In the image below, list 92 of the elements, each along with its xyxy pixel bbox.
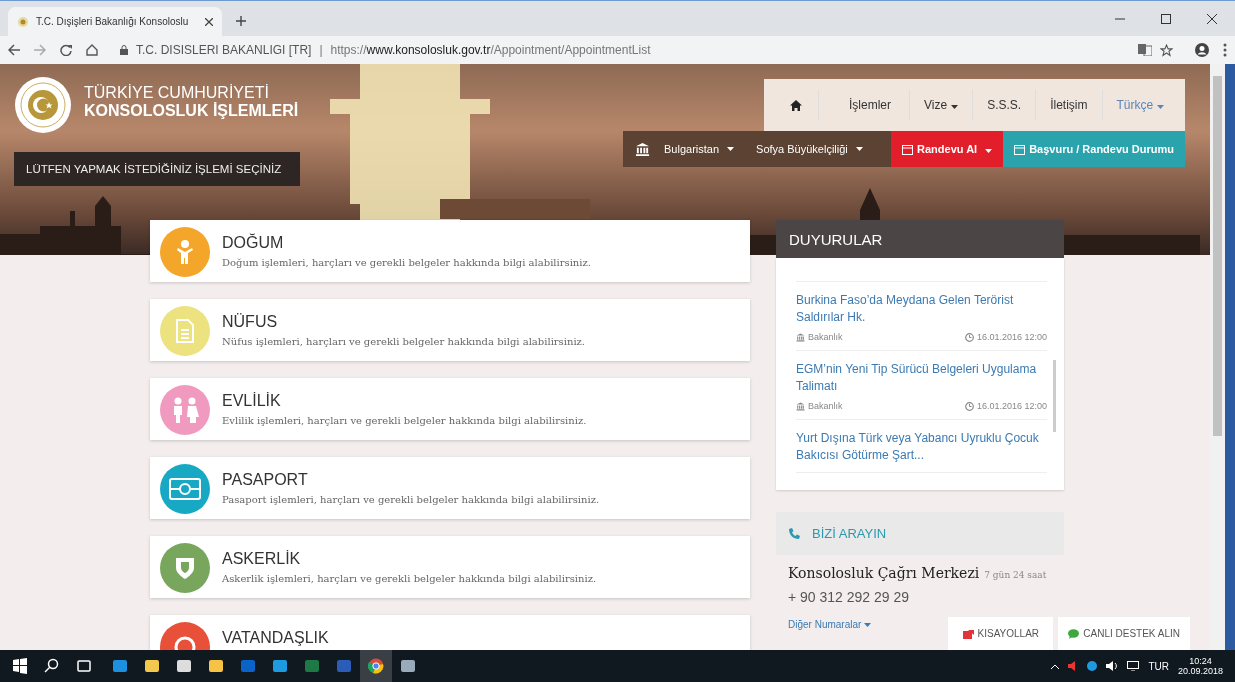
- lock-icon: [120, 45, 128, 55]
- call-center-name: Konsolosluk Çağrı Merkezi: [788, 565, 980, 581]
- nav-link[interactable]: Vize: [909, 90, 973, 120]
- shield-icon: [175, 556, 195, 580]
- instruction-banner: LÜTFEN YAPMAK İSTEDİĞİNİZ İŞLEMİ SEÇİNİZ: [14, 152, 300, 186]
- account-icon[interactable]: [1195, 43, 1209, 57]
- calendar-icon: [902, 143, 914, 155]
- call-center-hours: 7 gün 24 saat: [984, 570, 1047, 580]
- caret-icon: [1157, 105, 1165, 109]
- caret-icon: [864, 622, 872, 627]
- service-title: ASKERLİK: [222, 550, 302, 568]
- chevron-up-icon[interactable]: [1051, 663, 1060, 669]
- phone-icon: [788, 527, 800, 540]
- service-description: Doğum işlemleri, harçları ve gerekli belgeler hakkında bilgi alabilirsiniz.: [222, 257, 591, 268]
- bank-icon: [796, 401, 805, 411]
- service-title: NÜFUS: [222, 313, 279, 331]
- calendar-icon: [1014, 143, 1026, 155]
- clock-icon: [964, 401, 974, 411]
- volume-icon[interactable]: [1106, 661, 1119, 671]
- site-label: T.C. DISISLERI BAKANLIGI [TR]: [136, 43, 312, 57]
- language-indicator[interactable]: TUR: [1148, 660, 1169, 672]
- bank-icon: [796, 332, 805, 342]
- announcement-source: Bakanlık: [808, 332, 843, 342]
- tab-title: T.C. Dışişleri Bakanlığı Konsoloslu: [36, 16, 190, 27]
- url-text: https://www.konsolosluk.gov.tr/Appointment/AppointmentList: [330, 43, 651, 57]
- call-us-title: BİZİ ARAYIN: [812, 526, 887, 541]
- announcement-link[interactable]: Yurt Dışına Türk veya Yabancı Uyruklu Çocuk Bakıcısı Götürme Şart...: [796, 430, 1047, 464]
- bank-icon: [635, 141, 651, 157]
- service-title: DOĞUM: [222, 234, 285, 252]
- reload-icon[interactable]: [60, 44, 72, 56]
- clock[interactable]: 10:24 20.09.2018: [1177, 656, 1231, 676]
- separator: |: [319, 43, 323, 57]
- service-title: EVLİLİK: [222, 392, 282, 410]
- service-title: PASAPORT: [222, 471, 309, 489]
- service-card[interactable]: ASKERLİK Askerlik işlemleri, harçları ve gerekli belgeler hakkında bilgi alabilirsiniz.: [150, 536, 750, 598]
- new-tab-icon[interactable]: [236, 16, 246, 26]
- service-card[interactable]: EVLİLİK Evlilik işlemleri, harçları ve gerekli belgeler hakkında bilgi alabilirsiniz.: [150, 378, 750, 440]
- star-icon[interactable]: [1160, 43, 1173, 57]
- nav-link[interactable]: S.S.S.: [972, 90, 1036, 120]
- maximize-icon[interactable]: [1161, 13, 1171, 24]
- home-icon[interactable]: [86, 44, 98, 56]
- home-icon: [790, 99, 802, 111]
- phone-number: + 90 312 292 29 29: [788, 589, 911, 605]
- caret-icon: [727, 147, 735, 151]
- scrollbar-thumb[interactable]: [1213, 76, 1222, 436]
- search-icon[interactable]: [44, 658, 60, 674]
- nav-link[interactable]: İşlemler: [818, 90, 909, 120]
- scrollbar-thumb[interactable]: [1053, 360, 1056, 432]
- caret-icon: [855, 147, 863, 151]
- task-view-icon[interactable]: [76, 658, 92, 674]
- close-icon[interactable]: [205, 17, 213, 26]
- page-scrollbar[interactable]: [1210, 64, 1225, 650]
- service-card[interactable]: DOĞUM Doğum işlemleri, harçları ve gerekli belgeler hakkında bilgi alabilirsiniz.: [150, 220, 750, 282]
- service-card[interactable]: NÜFUS Nüfus işlemleri, harçları ve gerekli belgeler hakkında bilgi alabilirsiniz.: [150, 299, 750, 361]
- service-description: Nüfus işlemleri, harçları ve gerekli belgeler hakkında bilgi alabilirsiniz.: [222, 336, 586, 347]
- announcement-date: 16.01.2016 12:00: [976, 332, 1047, 342]
- action-button[interactable]: Randevu Al: [891, 131, 1004, 167]
- announcement-link[interactable]: EGM’nin Yeni Tip Sürücü Belgeleri Uygulama Talimatı: [796, 361, 1047, 395]
- shortcuts-button[interactable]: KISAYOLLAR: [948, 617, 1054, 650]
- service-description: Evlilik işlemleri, harçları ve gerekli belgeler hakkında bilgi alabilirsiniz.: [222, 415, 587, 426]
- brand-title: TÜRKİYE CUMHURİYETİ: [84, 84, 270, 102]
- service-title: VATANDAŞLIK: [222, 629, 329, 647]
- brand-subtitle: KONSOLOSLUK İŞLEMLERİ: [84, 102, 299, 120]
- announcement-link[interactable]: Burkina Faso’da Meydana Gelen Terörist Saldırılar Hk.: [796, 292, 1047, 326]
- clock-icon: [964, 332, 974, 342]
- service-description: Askerlik işlemleri, harçları ve gerekli belgeler hakkında bilgi alabilirsiniz.: [222, 573, 597, 584]
- close-icon[interactable]: [1207, 13, 1217, 24]
- network-icon[interactable]: [1127, 661, 1140, 671]
- announcement-source: Bakanlık: [808, 401, 843, 411]
- service-description: Pasaport işlemleri, harçları ve gerekli belgeler hakkında bilgi alabilirsiniz.: [222, 494, 600, 505]
- announcements-header: DUYURULAR: [776, 220, 1064, 258]
- back-icon[interactable]: [8, 44, 20, 56]
- translate-icon[interactable]: [1138, 44, 1152, 56]
- service-card[interactable]: PASAPORT Pasaport işlemleri, harçları ve gerekli belgeler hakkında bilgi alabilirsiniz.: [150, 457, 750, 519]
- share-icon: [962, 628, 974, 639]
- location-dropdown[interactable]: Sofya Büyükelçiliği: [748, 143, 871, 155]
- card-icon: [169, 478, 201, 500]
- other-numbers-link[interactable]: Diğer Numaralar: [788, 619, 872, 630]
- more-icon[interactable]: [1223, 43, 1227, 57]
- seal-icon: [17, 15, 29, 28]
- nav-link[interactable]: İletişim: [1035, 90, 1102, 120]
- caret-icon: [951, 105, 959, 109]
- service-card[interactable]: VATANDAŞLIK: [150, 615, 750, 650]
- live-support-button[interactable]: CANLI DESTEK ALIN: [1058, 617, 1190, 650]
- location-dropdown[interactable]: Bulgaristan: [656, 143, 743, 155]
- browser-tab[interactable]: T.C. Dışişleri Bakanlığı Konsoloslu: [8, 7, 222, 36]
- minimize-icon[interactable]: [1115, 17, 1125, 20]
- child-icon: [174, 239, 196, 265]
- announcement-date: 16.01.2016 12:00: [976, 401, 1047, 411]
- windows-icon[interactable]: [12, 658, 28, 674]
- emblem-logo: [14, 76, 72, 134]
- caret-icon: [985, 149, 993, 153]
